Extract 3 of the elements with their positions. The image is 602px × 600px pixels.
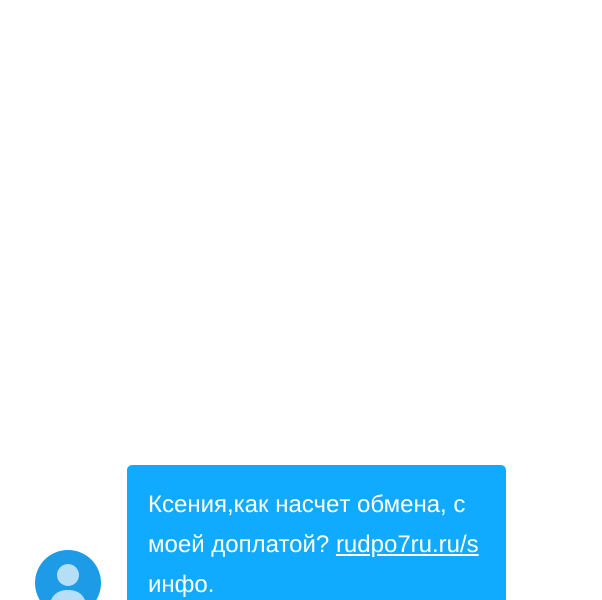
message-link[interactable]: rudpo7ru.ru/s <box>336 531 479 558</box>
avatar-icon <box>34 550 100 600</box>
message-text: Ксения,как насчeт обмена, с моей доплатой? rudpo7ru.ru/s инфо. <box>148 490 480 600</box>
